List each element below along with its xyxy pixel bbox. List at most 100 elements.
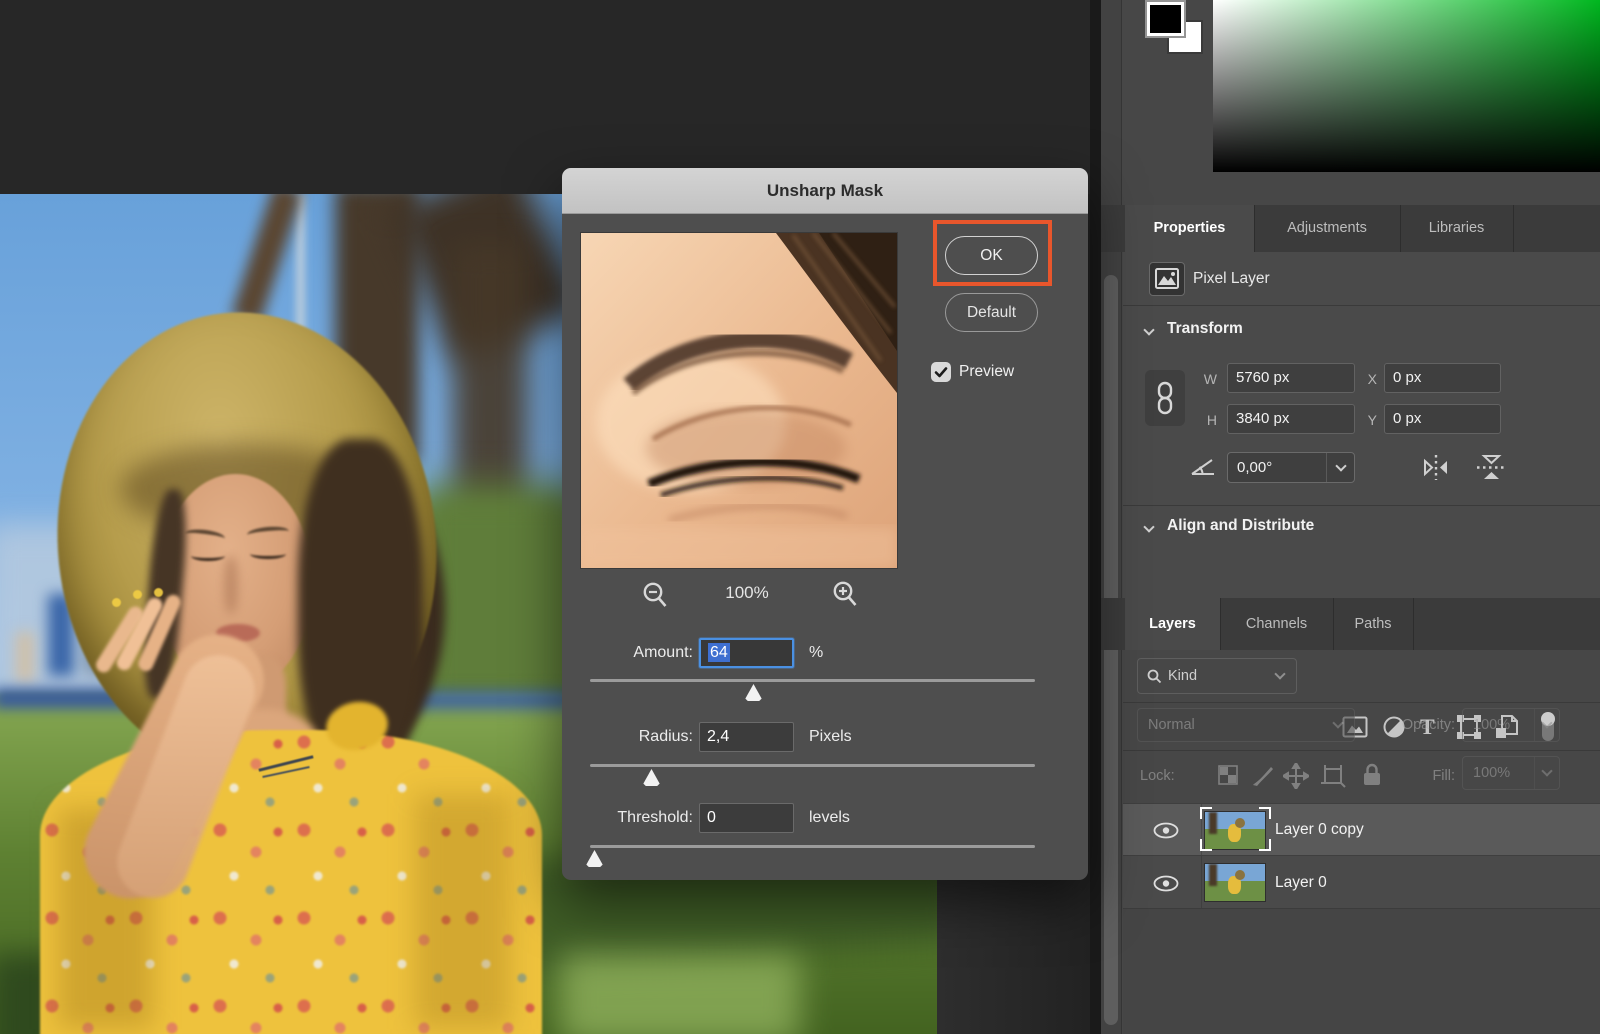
foreground-color-swatch[interactable] [1147, 2, 1184, 36]
amount-slider-thumb[interactable] [744, 684, 763, 701]
radius-slider-thumb[interactable] [642, 769, 661, 786]
transform-collapse-icon[interactable] [1143, 324, 1154, 335]
layer-name: Layer 0 copy [1275, 804, 1364, 856]
angle-icon [1189, 455, 1217, 477]
layer-thumbnail[interactable] [1205, 812, 1265, 849]
transform-title[interactable]: Transform [1167, 320, 1243, 338]
transform-x-field[interactable]: 0 px [1384, 363, 1501, 393]
tab-layers[interactable]: Layers [1125, 598, 1220, 650]
kind-filter-label: Kind [1168, 668, 1276, 684]
preview-checkbox-label[interactable]: Preview [959, 362, 1014, 382]
link-dimensions-button[interactable] [1145, 370, 1185, 426]
kind-chevron-icon [1274, 668, 1285, 679]
opacity-value: 100% [1463, 717, 1534, 733]
layer-thumbnail[interactable] [1205, 864, 1265, 901]
lock-all-icon[interactable] [1361, 762, 1383, 788]
fill-dropdown[interactable]: 100% [1462, 756, 1560, 790]
tab-divider [1513, 205, 1514, 252]
threshold-slider-thumb[interactable] [585, 850, 604, 867]
opacity-label: Opacity: [1363, 708, 1455, 742]
angle-dropdown[interactable]: 0,00° [1227, 452, 1355, 483]
dialog-preview-image[interactable] [581, 233, 897, 568]
pixel-layer-icon [1149, 262, 1185, 296]
panel-separator [1090, 0, 1101, 1034]
tab-adjustments[interactable]: Adjustments [1254, 205, 1400, 252]
flip-vertical-button[interactable] [1475, 452, 1508, 483]
selection-bracket-tl [1200, 807, 1212, 819]
layer-name: Layer 0 [1275, 856, 1327, 909]
transform-y-label: Y [1361, 412, 1377, 428]
blend-mode-dropdown[interactable]: Normal [1137, 708, 1355, 742]
unsharp-mask-dialog: Unsharp Mask [562, 168, 1088, 880]
properties-tab-row: Properties Adjustments Libraries [1101, 205, 1600, 252]
layers-tab-row: Layers Channels Paths [1101, 598, 1600, 650]
tab-divider [1413, 598, 1414, 650]
radius-input[interactable]: 2,4 [699, 722, 794, 752]
threshold-unit: levels [809, 803, 850, 833]
ok-button[interactable]: OK [945, 236, 1038, 275]
lock-transparency-icon[interactable] [1218, 765, 1238, 785]
align-collapse-icon[interactable] [1143, 521, 1154, 532]
transform-y-field[interactable]: 0 px [1384, 404, 1501, 434]
amount-slider-track[interactable] [590, 679, 1035, 682]
properties-content: Pixel Layer Transform W 5760 px X 0 px H… [1123, 252, 1600, 598]
photo-eye-right [250, 549, 286, 559]
preview-checkbox[interactable] [931, 362, 951, 382]
checkmark-icon [931, 362, 951, 382]
tab-divider [1220, 598, 1221, 650]
layer-visibility-eye-icon[interactable] [1153, 875, 1179, 892]
photo-nail-1 [112, 598, 121, 607]
blend-chevron-icon [1332, 717, 1343, 728]
chain-link-icon [1155, 381, 1175, 415]
color-gradient-field[interactable] [1213, 0, 1600, 172]
amount-input[interactable]: 64 [699, 638, 794, 668]
flip-horizontal-button[interactable] [1420, 454, 1452, 481]
photoshop-window: Properties Adjustments Libraries Pixel L… [0, 0, 1600, 1034]
blend-mode-value: Normal [1138, 717, 1334, 733]
photo-grass-light-patch [560, 954, 800, 1034]
align-distribute-title[interactable]: Align and Distribute [1167, 517, 1314, 535]
threshold-input[interactable]: 0 [699, 803, 794, 833]
layer-row[interactable]: Layer 0 [1123, 855, 1600, 908]
threshold-slider-track[interactable] [590, 845, 1035, 848]
transform-w-field[interactable]: 5760 px [1227, 363, 1355, 393]
tab-libraries[interactable]: Libraries [1400, 205, 1513, 252]
lock-label: Lock: [1140, 756, 1175, 796]
transform-h-field[interactable]: 3840 px [1227, 404, 1355, 434]
photo-person-blur-3 [16, 632, 34, 682]
photo-nail-2 [133, 590, 142, 599]
photo-nose-shadow [224, 556, 238, 614]
tab-properties[interactable]: Properties [1125, 205, 1254, 252]
photo-dress-fold-right [415, 794, 510, 1029]
amount-unit: % [809, 638, 823, 668]
amount-selected-text: 64 [708, 643, 730, 662]
zoom-in-icon[interactable] [832, 581, 858, 608]
dialog-title-bar[interactable]: Unsharp Mask [562, 168, 1088, 214]
default-button[interactable]: Default [945, 293, 1038, 332]
opacity-dropdown[interactable]: 100% [1462, 708, 1560, 742]
radius-slider-track[interactable] [590, 764, 1035, 767]
kind-filter-dropdown[interactable]: Kind [1137, 658, 1297, 694]
zoom-out-icon[interactable] [642, 582, 668, 609]
radius-label: Radius: [562, 722, 693, 752]
tab-divider [1333, 598, 1334, 650]
layer-row-selected[interactable]: Layer 0 copy [1123, 803, 1600, 855]
selection-bracket-bl [1200, 839, 1212, 851]
lock-pixels-icon[interactable] [1251, 763, 1275, 787]
tab-channels[interactable]: Channels [1220, 598, 1333, 650]
panel-scrollbar-thumb[interactable] [1104, 275, 1118, 1025]
amount-label: Amount: [562, 638, 693, 668]
lock-artboard-icon[interactable] [1319, 763, 1347, 789]
fill-label: Fill: [1393, 756, 1455, 796]
angle-value: 0,00° [1228, 459, 1326, 476]
zoom-level-label: 100% [697, 583, 797, 603]
selection-bracket-br [1259, 839, 1271, 851]
layer-visibility-eye-icon[interactable] [1153, 822, 1179, 839]
transform-x-label: X [1361, 371, 1377, 387]
lock-position-icon[interactable] [1283, 763, 1309, 789]
transform-w-label: W [1193, 371, 1217, 387]
tab-paths[interactable]: Paths [1333, 598, 1413, 650]
fill-value: 100% [1463, 765, 1534, 781]
photo-nail-3 [154, 588, 163, 597]
layer-eye-divider [1201, 856, 1202, 909]
